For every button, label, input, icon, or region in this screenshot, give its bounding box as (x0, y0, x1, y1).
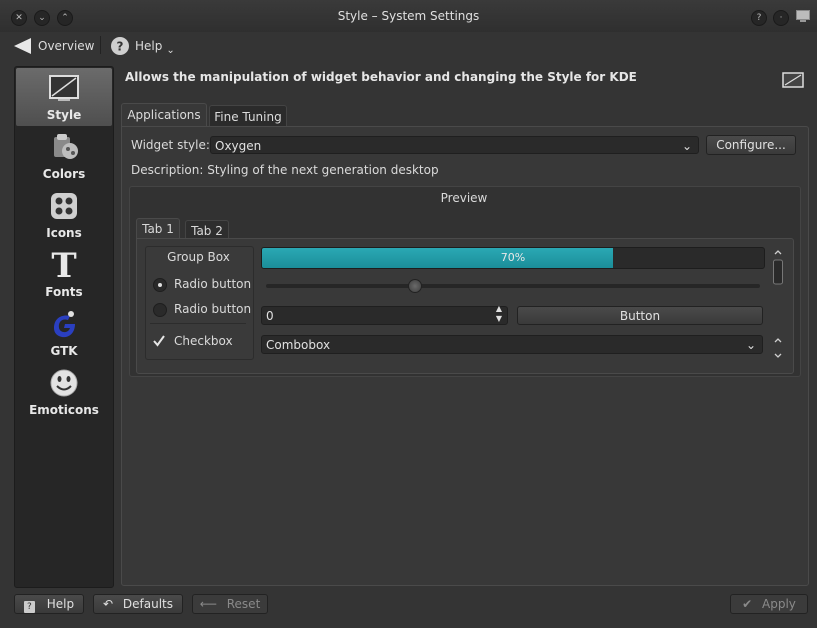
radio-button-1-label: Radio button (174, 277, 252, 291)
toolbar: Overview ? Help ⌄ (0, 32, 817, 60)
undo-icon: ↶ (103, 597, 114, 611)
emoticons-icon (50, 369, 78, 397)
widget-style-value: Oxygen (215, 139, 262, 153)
description-label: Description: (131, 163, 204, 177)
module-description: Allows the manipulation of widget behavi… (125, 70, 637, 84)
radio-button-2-label: Radio button (174, 302, 252, 316)
category-sidebar: Style Colors Icons T Fonts GTK Emoticons (14, 66, 114, 588)
system-settings-window: ✕ ⌄ ⌃ Style – System Settings ? · Overvi… (0, 0, 817, 628)
widget-style-label: Widget style: (131, 138, 210, 152)
tab-label: Tab 1 (142, 222, 174, 236)
title-bar[interactable]: ✕ ⌄ ⌃ Style – System Settings ? · (0, 0, 817, 32)
overview-button[interactable]: Overview (13, 36, 95, 56)
svg-text:T: T (51, 249, 76, 281)
toolbar-separator (100, 36, 101, 54)
sidebar-item-label: Emoticons (29, 403, 99, 417)
help-label: Help (135, 39, 163, 53)
tab-applications[interactable]: Applications (121, 103, 207, 128)
sidebar-item-fonts[interactable]: T Fonts (16, 245, 112, 303)
chevron-down-icon: ⌄ (745, 338, 756, 352)
preview-button[interactable]: Button (517, 306, 763, 325)
sidebar-item-colors[interactable]: Colors (16, 127, 112, 185)
style-icon (49, 75, 79, 101)
gtk-icon (54, 311, 75, 338)
keep-above-icon[interactable]: · (773, 10, 789, 26)
sidebar-item-label: GTK (50, 344, 78, 358)
sidebar-item-emoticons[interactable]: Emoticons (16, 363, 112, 421)
sidebar-item-gtk[interactable]: GTK (16, 304, 112, 362)
combobox-value: Combobox (266, 338, 331, 352)
progress-text: 70% (500, 251, 526, 264)
tab-fine-tuning[interactable]: Fine Tuning (209, 105, 287, 128)
sidebar-item-icons[interactable]: Icons (16, 186, 112, 244)
apply-button[interactable]: ✔ Apply (730, 594, 808, 614)
window-menu-icon[interactable] (796, 10, 810, 22)
group-box-title: Group Box (167, 250, 230, 264)
defaults-button[interactable]: ↶ Defaults (93, 594, 183, 614)
help-button[interactable]: ? Help (14, 594, 84, 614)
slider-track[interactable] (266, 284, 760, 288)
reset-button-label: Reset (226, 597, 261, 611)
description-text: Styling of the next generation desktop (207, 163, 439, 177)
sidebar-item-label: Fonts (45, 285, 83, 299)
radio-button-1[interactable] (153, 278, 167, 292)
help-button-label: Help (46, 597, 75, 611)
tab-label: Fine Tuning (214, 110, 282, 124)
help-icon: ? (111, 37, 129, 55)
reset-arrow-icon: ⟵ (199, 597, 217, 611)
back-arrow-icon (14, 38, 31, 54)
checkmark-icon (153, 335, 165, 347)
preview-scrollbar[interactable] (772, 247, 784, 363)
radio-button-2[interactable] (153, 303, 167, 317)
configure-button[interactable]: Configure... (706, 135, 796, 155)
chevron-down-icon: ⌄ (166, 44, 175, 56)
help-book-icon: ? (23, 601, 35, 613)
spinbox-arrows-icon[interactable]: ▲ ▼ (496, 304, 502, 324)
preview-combobox[interactable]: Combobox ⌄ (261, 335, 763, 354)
checkmark-icon: ✔ (742, 597, 753, 611)
defaults-button-label: Defaults (122, 597, 173, 611)
group-box-divider (150, 323, 246, 324)
fonts-icon: T (51, 249, 76, 281)
tab-label: Tab 2 (191, 224, 223, 238)
checkbox-label: Checkbox (174, 334, 233, 348)
sidebar-item-style[interactable]: Style (16, 68, 112, 126)
window-title: Style – System Settings (337, 9, 480, 23)
progress-bar: 70% (261, 247, 765, 269)
style-module-icon (782, 72, 804, 88)
apply-button-label: Apply (762, 597, 796, 611)
description-row: Description: Styling of the next generat… (131, 163, 439, 177)
widget-style-combobox[interactable]: Oxygen ⌄ (210, 136, 699, 154)
checkbox[interactable] (151, 333, 167, 349)
icons-icon (51, 193, 77, 219)
chevron-down-icon: ⌄ (681, 139, 692, 153)
svg-text:?: ? (117, 40, 124, 54)
overview-label: Overview (38, 39, 95, 53)
colors-icon (54, 134, 78, 159)
spinbox[interactable]: 0 ▲ ▼ (261, 304, 508, 325)
sidebar-item-label: Style (46, 108, 82, 122)
tab-label: Applications (127, 108, 201, 122)
help-menu-button[interactable]: ? Help ⌄ (110, 36, 175, 56)
spinbox-value: 0 (266, 309, 274, 323)
reset-button[interactable]: ⟵ Reset (192, 594, 268, 614)
sidebar-item-label: Icons (46, 226, 82, 240)
preview-title: Preview (440, 191, 488, 205)
help-context-icon[interactable]: ? (751, 10, 767, 26)
sidebar-item-label: Colors (42, 167, 86, 181)
